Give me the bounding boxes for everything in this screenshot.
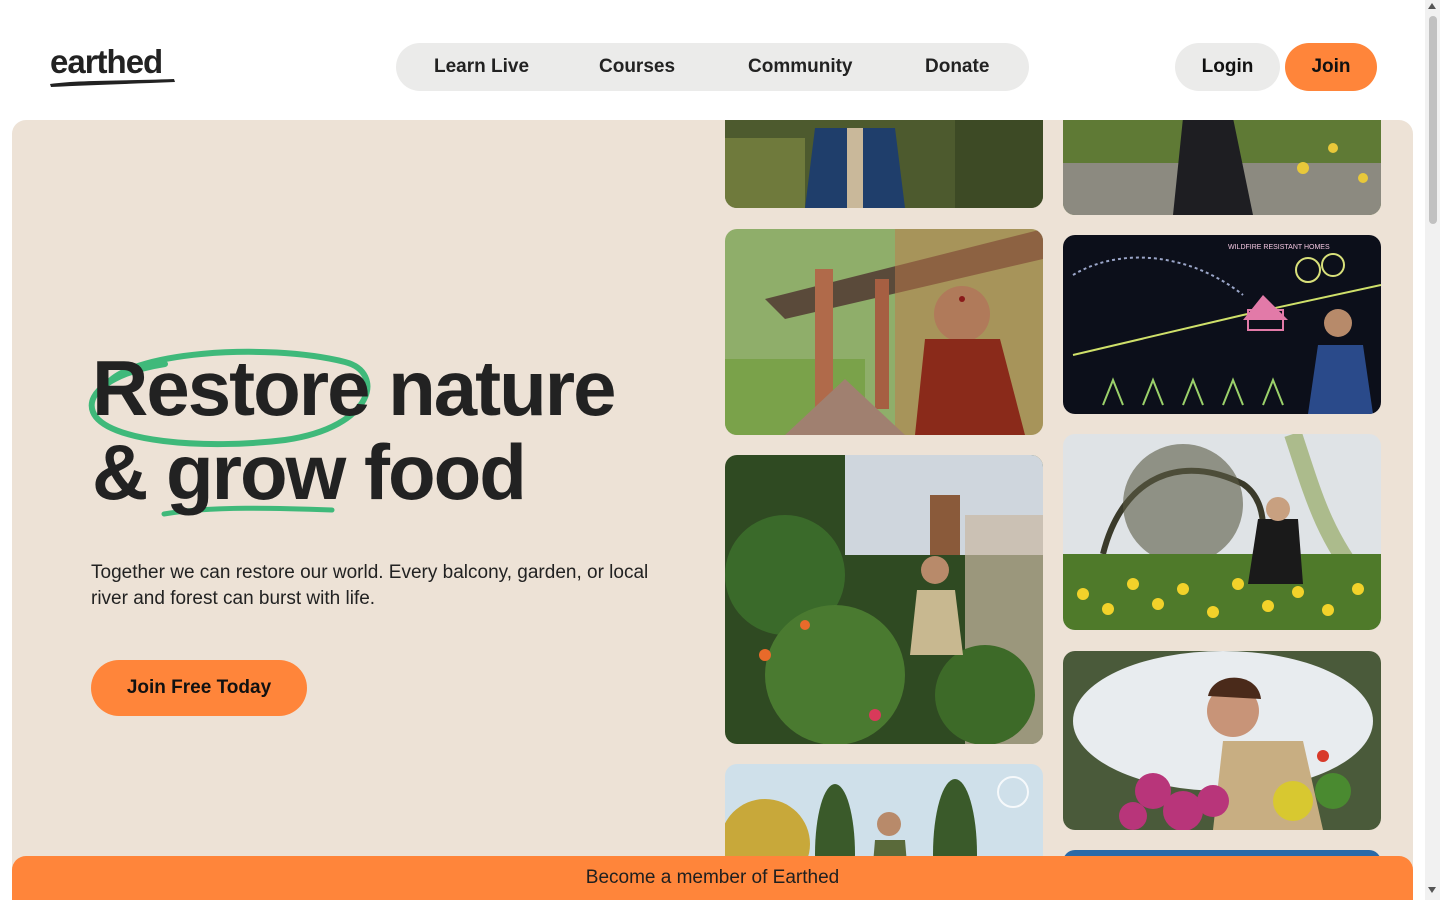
headline-word-nature: nature bbox=[388, 344, 616, 432]
person-blue-jacket-photo[interactable] bbox=[725, 120, 1043, 208]
woman-red-shawl-photo[interactable] bbox=[725, 229, 1043, 435]
nav-donate[interactable]: Donate bbox=[925, 56, 989, 78]
nav-learn-live[interactable]: Learn Live bbox=[434, 56, 529, 78]
chalkboard-lecture-photo[interactable]: WILDFIRE RESISTANT HOMES bbox=[1063, 235, 1381, 414]
greenhouse-gardener-photo[interactable] bbox=[725, 455, 1043, 744]
hero-headline: Restore nature & grow food bbox=[92, 344, 617, 516]
hero-section: Restore nature & grow food Together we c… bbox=[12, 120, 1413, 900]
headline-word-food: food bbox=[364, 428, 527, 516]
scroll-down-arrow-icon[interactable] bbox=[1428, 887, 1436, 893]
man-with-flowers-photo[interactable] bbox=[1063, 651, 1381, 830]
headline-ampersand: & bbox=[92, 428, 148, 516]
login-button[interactable]: Login bbox=[1175, 43, 1280, 91]
earthed-logo[interactable]: earthed bbox=[50, 42, 180, 90]
nav-courses[interactable]: Courses bbox=[599, 56, 675, 78]
logo-brush-underline bbox=[50, 79, 175, 87]
membership-banner[interactable]: Become a member of Earthed bbox=[12, 856, 1413, 900]
headline-word-grow: grow bbox=[166, 428, 346, 516]
main-nav: Learn Live Courses Community Donate bbox=[396, 43, 1029, 91]
chalkboard-text: WILDFIRE RESISTANT HOMES bbox=[1228, 244, 1330, 251]
headline-word-restore: Restore bbox=[92, 344, 370, 432]
join-button[interactable]: Join bbox=[1285, 43, 1377, 91]
hero-subtitle: Together we can restore our world. Every… bbox=[91, 562, 649, 609]
page-scrollbar[interactable] bbox=[1425, 0, 1440, 900]
nav-community[interactable]: Community bbox=[748, 56, 853, 78]
site-header: earthed Learn Live Courses Community Don… bbox=[0, 0, 1425, 120]
scrollbar-thumb[interactable] bbox=[1429, 16, 1437, 224]
person-in-garden-photo[interactable] bbox=[1063, 120, 1381, 215]
daffodils-gardening-photo[interactable] bbox=[1063, 434, 1381, 630]
scroll-up-arrow-icon[interactable] bbox=[1428, 3, 1436, 9]
join-free-today-button[interactable]: Join Free Today bbox=[91, 660, 307, 716]
